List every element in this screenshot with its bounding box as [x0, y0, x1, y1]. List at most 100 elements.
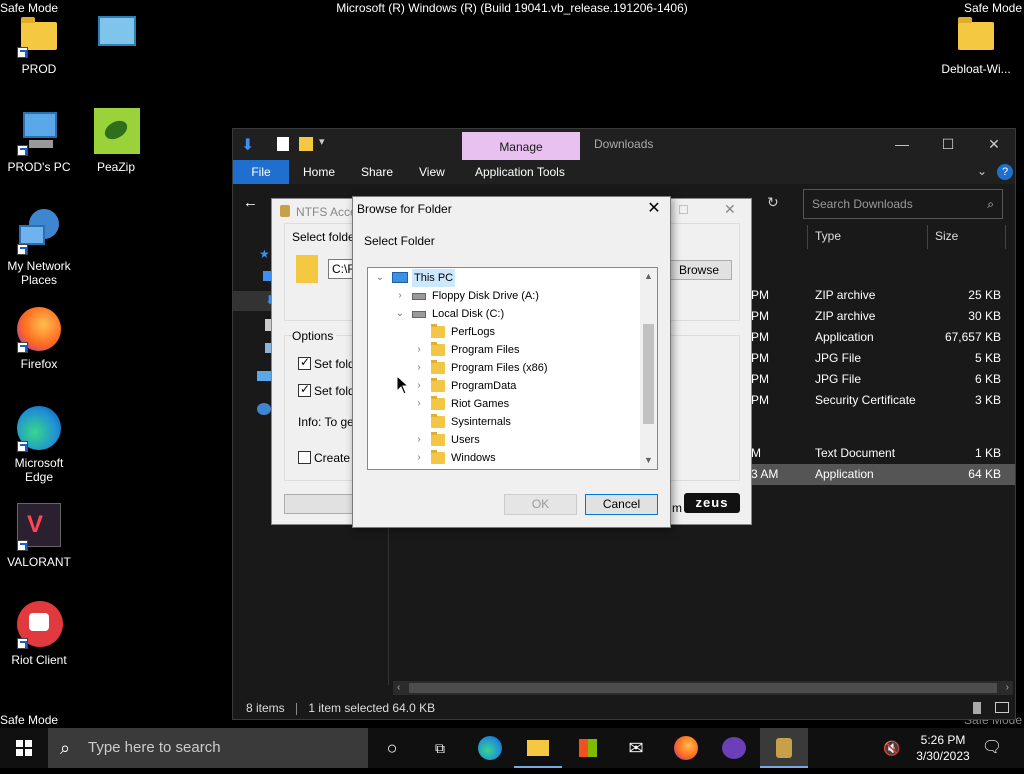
taskbar-store[interactable] — [564, 728, 612, 768]
horizontal-scrollbar[interactable]: ‹ › — [393, 681, 1013, 695]
desktop-icon-this-pc[interactable]: PROD's PC — [1, 108, 77, 174]
chevron-right-icon[interactable]: › — [1006, 681, 1009, 695]
notification-icon[interactable]: 🗨 — [970, 728, 1014, 768]
scroll-up-icon[interactable]: ▲ — [640, 268, 657, 285]
file-row[interactable]: PM Security Certificate 3 KB — [743, 390, 1015, 411]
chevron-down-icon[interactable]: ⌄ — [374, 269, 386, 287]
item-count: 8 items — [246, 701, 285, 715]
minimize-button[interactable]: — — [879, 133, 925, 155]
taskbar-search-input[interactable]: ⌕ Type here to search — [48, 728, 368, 768]
scroll-down-icon[interactable]: ▼ — [640, 452, 657, 469]
refresh-icon[interactable]: ↻ — [767, 194, 779, 211]
cancel-button[interactable]: Cancel — [585, 494, 658, 515]
column-size[interactable]: Size — [935, 229, 958, 249]
option-2-checkbox[interactable] — [298, 382, 311, 397]
tab-application-tools[interactable]: Application Tools — [461, 160, 579, 184]
computer-icon — [15, 108, 63, 156]
folder-tree[interactable]: ⌄ This PC › Floppy Disk Drive (A:) ⌄ Loc… — [367, 267, 658, 470]
maximize-button[interactable]: ☐ — [678, 203, 689, 217]
chevron-right-icon[interactable]: › — [413, 431, 425, 449]
tab-file[interactable]: File — [233, 160, 289, 184]
chevron-right-icon[interactable]: › — [394, 287, 406, 305]
chevron-down-icon[interactable]: ⌄ — [977, 164, 987, 178]
large-icons-view-icon[interactable] — [995, 702, 1009, 713]
new-folder-icon[interactable] — [299, 137, 313, 151]
tab-share[interactable]: Share — [347, 160, 407, 184]
desktop: Safe Mode Safe Mode Safe Mode Safe Mode … — [0, 0, 1024, 728]
search-input[interactable]: Search Downloads ⌕ — [803, 189, 1003, 219]
chevron-right-icon[interactable]: › — [413, 359, 425, 377]
maximize-button[interactable]: ☐ — [925, 133, 971, 155]
details-view-icon[interactable] — [973, 702, 981, 714]
desktop-icon-valorant[interactable]: V VALORANT — [1, 503, 77, 569]
column-type[interactable]: Type — [815, 229, 841, 249]
zeus-logo: zeus — [684, 493, 740, 513]
computer-icon — [392, 272, 408, 283]
taskbar-app[interactable] — [710, 728, 758, 768]
folder-icon — [296, 255, 318, 283]
clock-time: 5:26 PM — [920, 733, 966, 747]
taskbar-clock[interactable]: 5:26 PM 3/30/2023 — [912, 732, 974, 764]
back-arrow-icon[interactable]: ← — [243, 194, 258, 211]
desktop-icon-riot-client[interactable]: Riot Client — [1, 601, 77, 667]
task-view-button[interactable]: ⧉ — [416, 728, 464, 768]
taskbar-firefox[interactable] — [662, 728, 710, 768]
download-arrow-icon[interactable]: ⬇ — [241, 135, 254, 155]
file-row[interactable]: PM JPG File 5 KB — [743, 348, 1015, 369]
options-label: Options — [292, 329, 337, 343]
scrollbar-thumb[interactable] — [643, 324, 654, 424]
chevron-right-icon[interactable]: › — [413, 377, 425, 395]
desktop-icon-control-panel[interactable] — [78, 10, 154, 62]
ribbon-tabs: File Home Share View Application Tools ⌄… — [233, 160, 1015, 184]
file-row[interactable]: PM Application 67,657 KB — [743, 327, 1015, 348]
taskbar-ntfs-access[interactable] — [760, 728, 808, 768]
safe-mode-label: Safe Mode — [0, 713, 59, 727]
file-row-selected[interactable]: 3 AM Application 64 KB — [733, 464, 1015, 485]
valorant-icon: V — [15, 503, 63, 551]
tab-manage[interactable]: Manage — [462, 132, 580, 160]
option-1-checkbox[interactable] — [298, 355, 311, 370]
properties-icon[interactable] — [277, 137, 289, 151]
desktop-icon-edge[interactable]: Microsoft Edge — [1, 404, 77, 484]
close-button[interactable]: ✕ — [724, 201, 736, 218]
volume-muted-icon[interactable]: 🔇 — [872, 728, 912, 768]
file-row[interactable]: PM ZIP archive 30 KB — [743, 306, 1015, 327]
desktop-icon-debloat[interactable]: Debloat-Wi... — [936, 10, 1016, 76]
option-3-checkbox[interactable] — [298, 451, 311, 464]
desktop-icon-firefox[interactable]: Firefox — [1, 305, 77, 371]
taskbar-mail[interactable]: ✉ — [612, 728, 660, 768]
taskbar-edge[interactable] — [466, 728, 514, 768]
chevron-down-icon[interactable]: ▾ — [319, 135, 325, 148]
browse-button[interactable]: Browse — [666, 260, 732, 280]
firefox-icon — [15, 305, 63, 353]
star-icon[interactable]: ★ — [259, 247, 270, 261]
network-icon[interactable] — [257, 403, 271, 415]
file-row[interactable]: PM ZIP archive 25 KB — [743, 285, 1015, 306]
control-panel-icon — [92, 10, 140, 58]
desktop-icon-peazip[interactable]: PeaZip — [78, 108, 154, 174]
scrollbar-thumb[interactable] — [409, 683, 997, 693]
chevron-left-icon[interactable]: ‹ — [397, 681, 400, 695]
chevron-right-icon[interactable]: › — [413, 449, 425, 467]
ok-button[interactable]: OK — [504, 494, 577, 515]
close-button[interactable]: ✕ — [971, 133, 1017, 155]
chevron-right-icon[interactable]: › — [413, 395, 425, 413]
desktop-icon-prod[interactable]: PROD — [1, 10, 77, 76]
cortana-button[interactable]: ○ — [368, 728, 416, 768]
folder-icon — [431, 360, 445, 374]
help-icon[interactable]: ? — [997, 164, 1013, 180]
vertical-scrollbar[interactable]: ▲ ▼ — [640, 268, 657, 469]
close-button[interactable]: ✕ — [644, 199, 664, 219]
dialog-subtitle: Select Folder — [364, 234, 435, 248]
file-row[interactable]: M Text Document 1 KB — [743, 443, 1015, 464]
ntfs-action-button[interactable] — [284, 494, 354, 514]
desktop-icon-network[interactable]: My Network Places — [1, 207, 77, 287]
taskbar-file-explorer[interactable] — [514, 728, 562, 768]
file-row[interactable]: PM JPG File 6 KB — [743, 369, 1015, 390]
chevron-down-icon[interactable]: ⌄ — [394, 305, 406, 323]
tab-view[interactable]: View — [405, 160, 459, 184]
chevron-right-icon[interactable]: › — [413, 341, 425, 359]
start-button[interactable] — [0, 728, 48, 768]
tab-home[interactable]: Home — [289, 160, 349, 184]
this-pc-icon[interactable] — [257, 371, 271, 381]
